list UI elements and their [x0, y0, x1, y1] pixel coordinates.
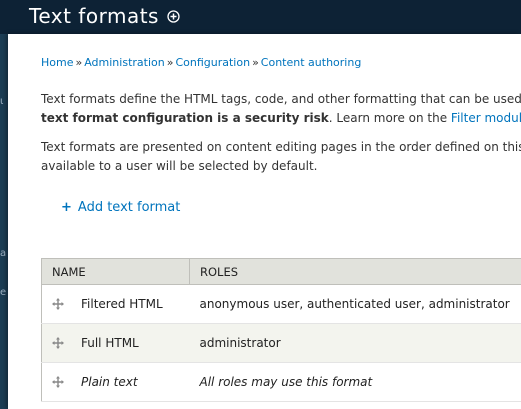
text-formats-table: NAME ROLES Filtered HTML anonymous user,…: [41, 258, 521, 402]
overlay-content: Home» Administration» Configuration» Conten…: [8, 34, 521, 409]
page-header: Text formats: [0, 0, 521, 34]
name-cell: Plain text: [41, 362, 190, 402]
description-text: . Learn more on the: [328, 111, 451, 125]
breadcrumb-configuration[interactable]: Configuration: [175, 56, 250, 69]
breadcrumb-home[interactable]: Home: [41, 56, 73, 69]
breadcrumb-separator: »: [252, 56, 259, 69]
breadcrumb-separator: »: [166, 56, 174, 69]
filter-module-help-link[interactable]: Filter module he: [451, 111, 521, 125]
name-cell: Full HTML: [41, 323, 190, 363]
description-paragraph-2: Text formats are presented on content ed…: [41, 138, 521, 176]
drag-handle-icon[interactable]: [52, 298, 64, 310]
table-header-row: NAME ROLES: [41, 258, 521, 285]
description-paragraph-1: Text formats define the HTML tags, code,…: [41, 90, 521, 128]
breadcrumb-content-authoring[interactable]: Content authoring: [261, 56, 362, 69]
description-line: Text formats define the HTML tags, code,…: [41, 92, 521, 106]
description-line: available to a user will be selected by …: [41, 159, 318, 173]
breadcrumb-separator: »: [75, 56, 83, 69]
plus-icon: +: [61, 200, 72, 215]
page-title: Text formats: [29, 4, 159, 28]
roles-cell: anonymous user, authenticated user, admi…: [189, 284, 521, 324]
description-line: text format configuration is a security …: [41, 109, 521, 128]
background-page-strip: ι a e: [0, 34, 8, 409]
roles-cell: All roles may use this format: [189, 362, 521, 402]
add-shortcut-icon[interactable]: [167, 10, 180, 23]
format-name: Filtered HTML: [81, 297, 163, 311]
drag-handle-icon[interactable]: [52, 376, 64, 388]
format-name: Plain text: [81, 375, 138, 389]
column-header-roles: ROLES: [189, 258, 521, 285]
table-row: Full HTML administrator: [41, 323, 521, 363]
format-name: Full HTML: [81, 336, 139, 350]
add-text-format-link[interactable]: + Add text format: [61, 200, 180, 215]
table-row: Filtered HTML anonymous user, authentica…: [41, 284, 521, 324]
description-line: Text formats are presented on content ed…: [41, 140, 521, 154]
add-text-format-label: Add text format: [77, 200, 181, 215]
breadcrumb-administration[interactable]: Administration: [84, 56, 165, 69]
drag-handle-icon[interactable]: [52, 337, 64, 349]
background-text-fragment: a: [0, 248, 7, 259]
name-cell: Filtered HTML: [41, 284, 190, 324]
breadcrumb: Home» Administration» Configuration» Conten…: [41, 56, 361, 69]
table-row: Plain text All roles may use this format: [41, 362, 521, 402]
security-warning-text: text format configuration is a security …: [41, 111, 329, 125]
roles-cell: administrator: [189, 323, 521, 363]
background-text-fragment: ι: [0, 96, 4, 107]
background-text-fragment: e: [0, 287, 7, 298]
column-header-name[interactable]: NAME: [41, 258, 190, 285]
